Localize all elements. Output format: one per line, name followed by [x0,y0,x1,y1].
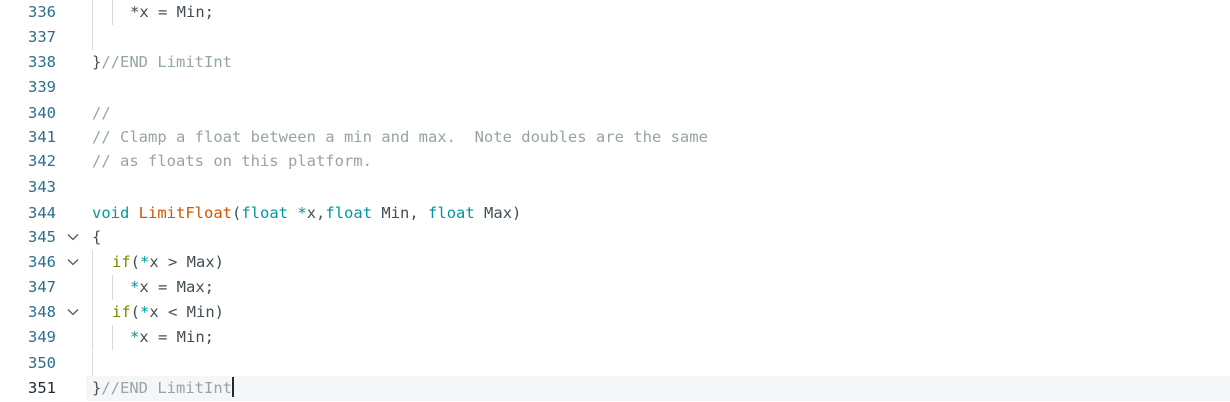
indent-guide [112,275,113,300]
code-line[interactable]: 345 { [0,225,1230,250]
code-line[interactable]: 350 [0,351,1230,376]
line-number: 337 [28,28,56,46]
indent-guide [92,275,93,300]
code-line[interactable]: 349 *x = Min; [0,325,1230,350]
indent-guide [92,0,93,25]
chevron-down-icon[interactable] [66,305,80,319]
code-line[interactable]: 342 // as floats on this platform. [0,149,1230,174]
code-line-current[interactable]: 351 }//END LimitInt [0,376,1230,401]
line-number: 349 [28,328,56,346]
code-text: // as floats on this platform. [92,152,372,170]
chevron-down-icon[interactable] [66,230,80,244]
code-line[interactable]: 340 // [0,101,1230,126]
line-number: 341 [28,128,56,146]
line-number: 348 [28,303,56,321]
indent-guide [112,325,113,350]
line-number: 336 [28,3,56,21]
code-line[interactable]: 339 [0,75,1230,100]
indent-guide [92,325,93,350]
line-number: 338 [28,53,56,71]
code-line[interactable]: 336 *x = Min; [0,0,1230,25]
code-text: *x = Min; [130,3,214,21]
line-number: 347 [28,278,56,296]
line-number: 342 [28,152,56,170]
line-number: 340 [28,104,56,122]
code-text: // Clamp a float between a min and max. … [92,128,708,146]
code-line[interactable]: 347 *x = Max; [0,275,1230,300]
line-number: 339 [28,78,56,96]
code-text: { [92,228,102,246]
code-line[interactable]: 341 // Clamp a float between a min and m… [0,125,1230,150]
code-text: if(*x < Min) [112,303,225,321]
chevron-down-icon[interactable] [66,255,80,269]
line-number: 346 [28,253,56,271]
code-line[interactable]: 348 if(*x < Min) [0,300,1230,325]
text-caret [232,377,234,397]
line-number: 350 [28,354,56,372]
code-editor[interactable]: 336 *x = Min; 337 338 }//END LimitInt 33… [0,0,1230,402]
code-text: }//END LimitInt [92,53,232,71]
line-number: 345 [28,228,56,246]
indent-guide [92,351,93,376]
code-text: *x = Min; [130,328,214,346]
line-number: 344 [28,204,56,222]
code-line[interactable]: 344 void LimitFloat(float *x,float Min, … [0,201,1230,226]
indent-guide [112,0,113,25]
code-text: }//END LimitInt [92,377,234,397]
indent-guide [92,250,93,275]
code-text: *x = Max; [130,278,214,296]
code-line[interactable]: 343 [0,175,1230,200]
line-number: 343 [28,178,56,196]
code-text: if(*x > Max) [112,253,225,271]
code-line[interactable]: 346 if(*x > Max) [0,250,1230,275]
line-number: 351 [28,379,56,397]
code-text: // [92,104,111,122]
code-text: void LimitFloat(float *x,float Min, floa… [92,204,522,222]
indent-guide [92,25,93,50]
indent-guide [92,300,93,325]
code-line[interactable]: 337 [0,25,1230,50]
code-line[interactable]: 338 }//END LimitInt [0,50,1230,75]
